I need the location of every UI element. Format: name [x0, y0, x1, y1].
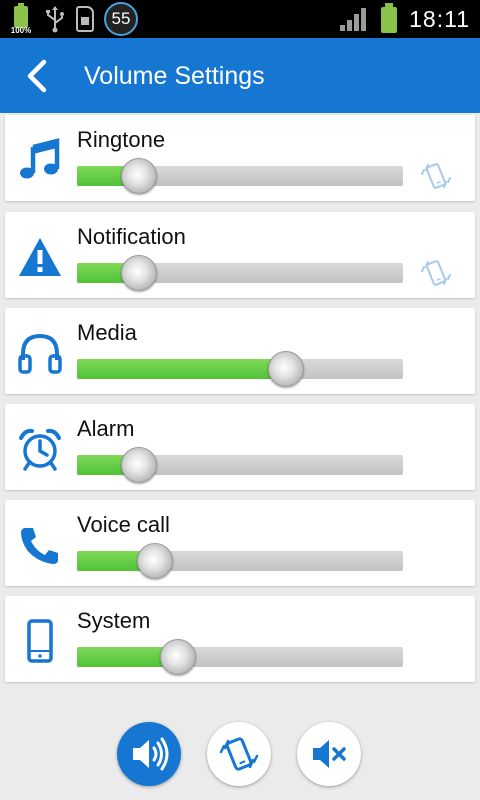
- mute-icon: [313, 740, 346, 768]
- voice-call-volume-slider[interactable]: [77, 543, 403, 579]
- page-title: Volume Settings: [84, 62, 265, 90]
- phone-icon: [17, 522, 63, 568]
- ringtone-label: Ringtone: [77, 127, 166, 152]
- notification-volume-slider[interactable]: [77, 255, 403, 291]
- voice-call-label: Voice call: [77, 512, 170, 537]
- status-bar: 100% 55 18:11: [0, 0, 480, 38]
- media-volume-card: Media: [5, 308, 475, 394]
- signal-icon: [340, 8, 367, 31]
- system-volume-slider[interactable]: [77, 639, 403, 675]
- voice-call-volume-card: Voice call: [5, 500, 475, 586]
- ringtone-volume-slider[interactable]: [77, 158, 403, 194]
- sound-mode-button[interactable]: [117, 722, 181, 786]
- headphones-icon: [17, 330, 63, 376]
- music-note-icon: [17, 137, 63, 183]
- slider-thumb[interactable]: [121, 447, 157, 483]
- smartphone-icon: [17, 618, 63, 664]
- system-label: System: [77, 608, 151, 633]
- mute-mode-button[interactable]: [297, 722, 361, 786]
- alarm-volume-slider[interactable]: [77, 447, 403, 483]
- notification-volume-card: Notification: [5, 212, 475, 298]
- battery-percent: 100%: [10, 26, 32, 35]
- back-arrow-icon[interactable]: [18, 56, 58, 96]
- notification-count-badge: 55: [104, 2, 138, 36]
- sd-card-icon: [76, 6, 94, 32]
- media-volume-slider[interactable]: [77, 351, 403, 387]
- vibrate-phone-icon[interactable]: [419, 159, 453, 193]
- slider-fill: [77, 359, 286, 379]
- slider-thumb[interactable]: [121, 255, 157, 291]
- alarm-volume-card: Alarm: [5, 404, 475, 490]
- slider-thumb[interactable]: [268, 351, 304, 387]
- speaker-icon: [133, 737, 169, 771]
- alarm-clock-icon: [17, 426, 63, 472]
- usb-icon: [46, 6, 64, 33]
- vibrate-phone-icon: [219, 737, 259, 771]
- ringtone-volume-card: Ringtone: [5, 115, 475, 201]
- app-bar: Volume Settings: [0, 38, 480, 113]
- battery-icon: [381, 3, 398, 33]
- slider-thumb[interactable]: [137, 543, 173, 579]
- vibrate-mode-button[interactable]: [207, 722, 271, 786]
- warning-icon: [17, 234, 63, 280]
- system-volume-card: System: [5, 596, 475, 682]
- battery-small-icon: 100%: [8, 3, 34, 35]
- status-time: 18:11: [409, 5, 470, 32]
- alarm-label: Alarm: [77, 416, 135, 441]
- media-label: Media: [77, 320, 137, 345]
- vibrate-phone-icon[interactable]: [419, 256, 453, 290]
- slider-thumb[interactable]: [160, 639, 196, 675]
- notification-label: Notification: [77, 224, 186, 249]
- slider-thumb[interactable]: [121, 158, 157, 194]
